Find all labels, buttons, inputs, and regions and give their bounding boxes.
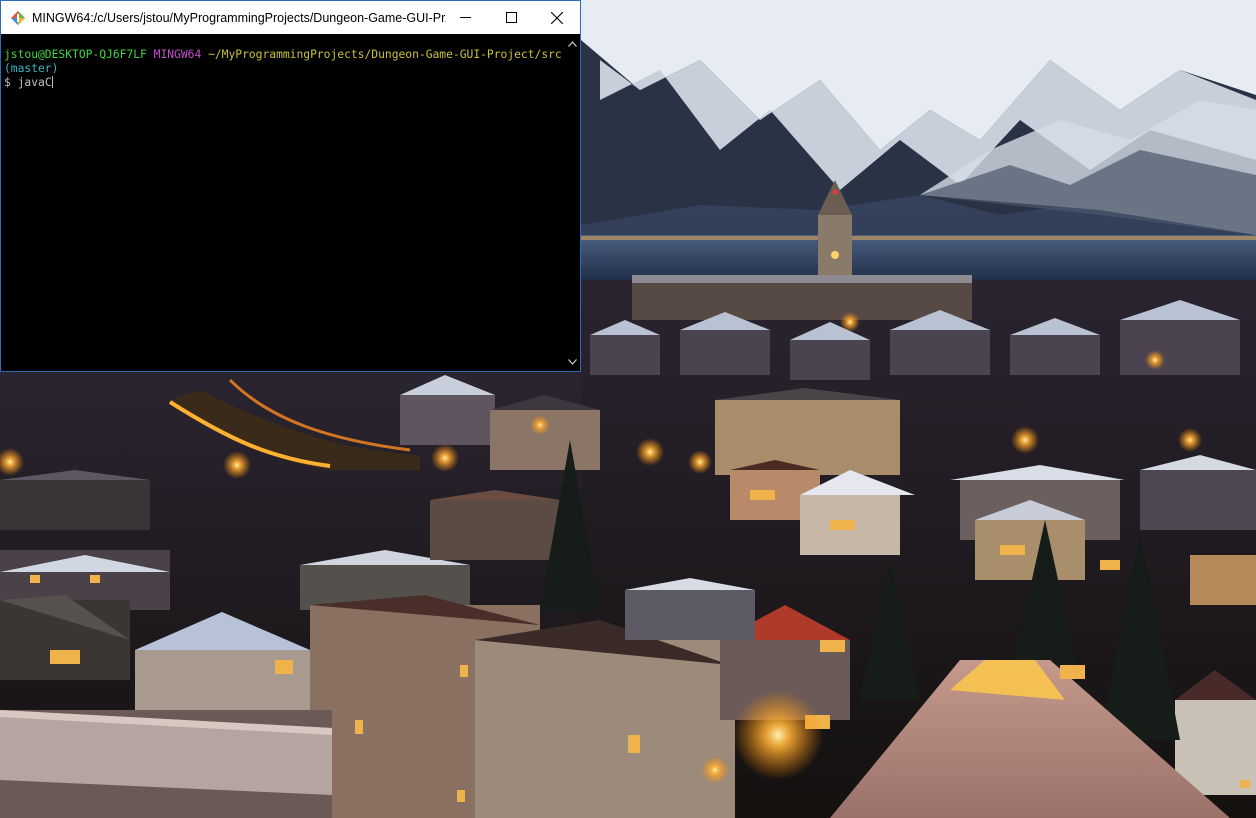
git-branch: (master) (4, 62, 59, 75)
terminal-output[interactable]: jstou@DESKTOP-QJ6F7LF MINGW64 ~/MyProgra… (1, 34, 567, 371)
user-host: jstou@DESKTOP-QJ6F7LF (4, 48, 147, 61)
system-label: MINGW64 (153, 48, 202, 61)
close-button[interactable] (534, 1, 580, 34)
window-title: MINGW64:/c/Users/jstou/MyProgrammingProj… (32, 10, 446, 25)
chevron-up-icon (568, 40, 577, 47)
text-cursor (51, 76, 53, 88)
scroll-up-button[interactable] (565, 36, 580, 51)
minimize-button[interactable] (442, 1, 488, 34)
chevron-down-icon (568, 358, 577, 365)
prompt-symbol: $ (4, 76, 11, 89)
vertical-scrollbar[interactable] (565, 34, 580, 371)
terminal-window[interactable]: MINGW64:/c/Users/jstou/MyProgrammingProj… (0, 0, 581, 372)
current-path: ~/MyProgrammingProjects/Dungeon-Game-GUI… (208, 48, 562, 61)
minimize-icon (459, 17, 471, 18)
prompt-line: jstou@DESKTOP-QJ6F7LF MINGW64 ~/MyProgra… (4, 48, 567, 76)
close-icon (551, 11, 563, 24)
command-input[interactable]: javaC (18, 76, 52, 89)
git-bash-icon (11, 10, 25, 25)
scroll-down-button[interactable] (565, 354, 580, 369)
title-bar[interactable]: MINGW64:/c/Users/jstou/MyProgrammingProj… (1, 1, 580, 34)
maximize-button[interactable] (488, 1, 534, 34)
maximize-icon (505, 12, 517, 23)
command-line[interactable]: $ javaC (4, 76, 567, 90)
